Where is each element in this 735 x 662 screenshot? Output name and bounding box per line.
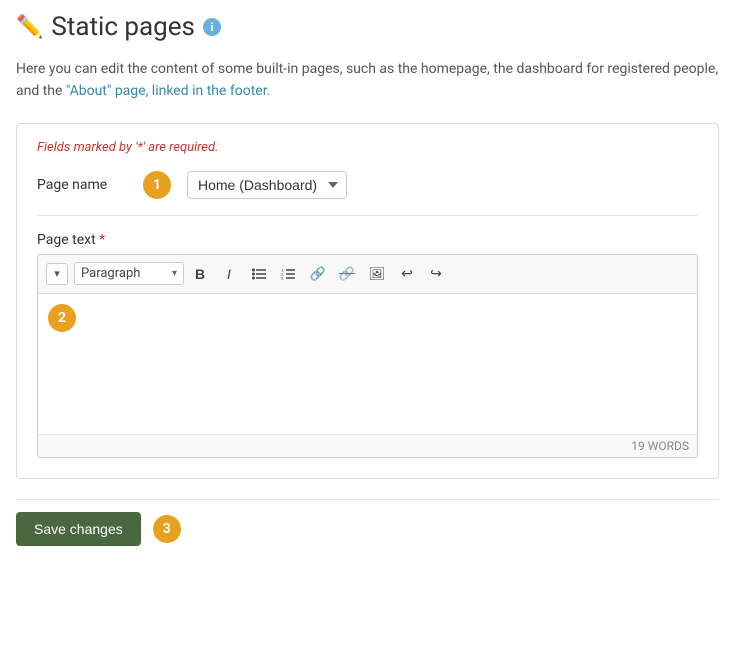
- form-container: Fields marked by '*' are required. Page …: [16, 123, 719, 479]
- ordered-list-button[interactable]: 1. 2. 3.: [274, 261, 302, 287]
- paragraph-select[interactable]: Paragraph ▾: [74, 262, 184, 285]
- image-button[interactable]: 🖼: [363, 261, 391, 287]
- step-1-badge: 1: [143, 171, 171, 199]
- step-3-badge: 3: [153, 515, 181, 543]
- save-area: Save changes 3: [16, 499, 719, 550]
- paragraph-chevron-icon: ▾: [172, 268, 177, 279]
- editor-body[interactable]: 2: [38, 294, 697, 434]
- unordered-list-icon: [252, 268, 266, 280]
- text-format-group: B I: [186, 261, 243, 287]
- page-text-label-row: Page text *: [37, 232, 698, 248]
- ordered-list-icon: 1. 2. 3.: [281, 268, 295, 280]
- editor-container: ▾ Paragraph ▾ B I: [37, 254, 698, 458]
- page-title: Static pages: [51, 12, 195, 42]
- info-icon[interactable]: i: [203, 18, 221, 36]
- italic-button[interactable]: I: [215, 261, 243, 287]
- bold-button[interactable]: B: [186, 261, 214, 287]
- required-star: *: [99, 232, 105, 248]
- link-button[interactable]: 🔗: [304, 261, 332, 287]
- redo-button[interactable]: ↪: [422, 261, 450, 287]
- link-group: 🔗 🔗: [304, 261, 361, 287]
- history-group: ↩ ↪: [393, 261, 450, 287]
- editor-footer: 19 WORDS: [38, 434, 697, 457]
- step-2-badge: 2: [48, 304, 76, 332]
- page-description: Here you can edit the content of some bu…: [16, 58, 719, 103]
- page-name-label: Page name: [37, 177, 127, 193]
- undo-button[interactable]: ↩: [393, 261, 421, 287]
- editor-toolbar: ▾ Paragraph ▾ B I: [38, 255, 697, 294]
- page-header: ✏️ Static pages i: [16, 12, 719, 42]
- page-name-row: Page name 1 Home (Dashboard) About Conta…: [37, 171, 698, 199]
- toolbar-collapse-button[interactable]: ▾: [46, 263, 68, 285]
- word-count: 19 WORDS: [631, 439, 689, 453]
- pencil-icon: ✏️: [16, 15, 43, 40]
- list-group: 1. 2. 3.: [245, 261, 302, 287]
- form-divider: [37, 215, 698, 216]
- unordered-list-button[interactable]: [245, 261, 273, 287]
- required-notice: Fields marked by '*' are required.: [37, 140, 698, 155]
- page-name-select[interactable]: Home (Dashboard) About Contact: [187, 171, 347, 199]
- svg-text:3.: 3.: [281, 275, 284, 280]
- save-changes-button[interactable]: Save changes: [16, 512, 141, 546]
- unlink-button[interactable]: 🔗: [333, 261, 361, 287]
